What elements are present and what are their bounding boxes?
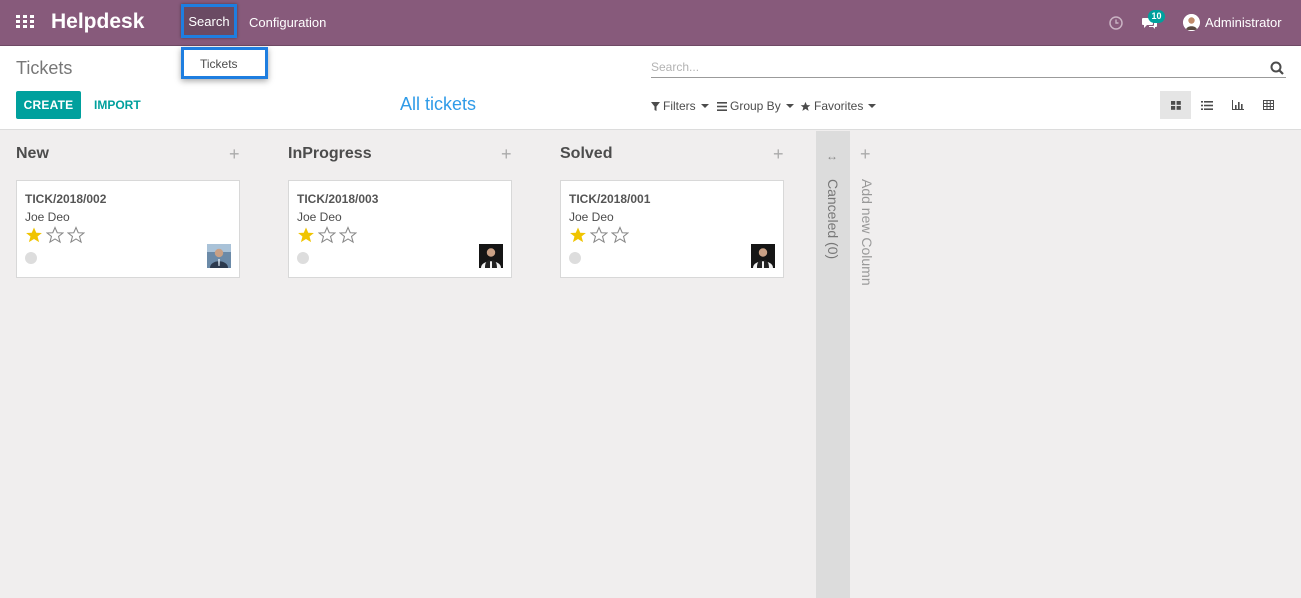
chevron-down-icon bbox=[700, 104, 709, 108]
top-navbar: Helpdesk Search Configuration 10 Adminis… bbox=[0, 0, 1301, 46]
add-column-label[interactable]: Add new Column bbox=[859, 179, 875, 286]
star-empty-icon[interactable] bbox=[590, 226, 608, 244]
star-empty-icon[interactable] bbox=[46, 226, 64, 244]
folded-column-label: Canceled (0) bbox=[825, 179, 841, 260]
groupby-button[interactable]: Group By bbox=[717, 99, 794, 113]
dropdown-item-tickets[interactable]: Tickets bbox=[200, 57, 238, 71]
ticket-reference: TICK/2018/001 bbox=[569, 192, 651, 206]
search-bar bbox=[651, 58, 1286, 78]
filters-label: Filters bbox=[663, 99, 696, 113]
star-empty-icon[interactable] bbox=[611, 226, 629, 244]
clock-icon[interactable] bbox=[1109, 16, 1123, 30]
view-title: All tickets bbox=[400, 94, 477, 114]
list-view-button[interactable] bbox=[1191, 91, 1222, 119]
column-title: InProgress bbox=[288, 145, 372, 162]
assignee-avatar bbox=[751, 244, 775, 268]
menu-configuration[interactable]: Configuration bbox=[249, 15, 326, 30]
breadcrumb: Tickets bbox=[16, 58, 73, 78]
filter-icon bbox=[651, 101, 660, 111]
groupby-label: Group By bbox=[730, 99, 781, 113]
search-menu-dropdown: Tickets bbox=[181, 47, 268, 79]
quick-create-plus-icon[interactable]: + bbox=[501, 145, 512, 163]
unfold-arrows-icon[interactable]: ↔ bbox=[826, 149, 838, 163]
menu-search[interactable]: Search bbox=[181, 4, 237, 38]
ticket-card[interactable]: TICK/2018/002 Joe Deo bbox=[16, 180, 240, 278]
ticket-reference: TICK/2018/002 bbox=[25, 192, 107, 206]
filters-button[interactable]: Filters bbox=[651, 99, 709, 113]
kanban-board: New + TICK/2018/002 Joe Deo InProgress +… bbox=[0, 131, 1301, 598]
ticket-customer: Joe Deo bbox=[297, 210, 342, 224]
kanban-column-inprogress: InProgress + TICK/2018/003 Joe Deo bbox=[272, 131, 512, 598]
kanban-column-solved: Solved + TICK/2018/001 Joe Deo bbox=[544, 131, 784, 598]
star-filled-icon[interactable] bbox=[25, 226, 43, 244]
pivot-view-button[interactable] bbox=[1253, 91, 1284, 119]
apps-grid-icon[interactable] bbox=[16, 15, 34, 30]
ticket-customer: Joe Deo bbox=[569, 210, 614, 224]
priority-stars bbox=[297, 226, 357, 244]
star-empty-icon[interactable] bbox=[318, 226, 336, 244]
table-grid-icon bbox=[1263, 100, 1274, 110]
quick-create-plus-icon[interactable]: + bbox=[229, 145, 240, 163]
star-icon bbox=[800, 101, 811, 111]
chevron-down-icon bbox=[785, 104, 794, 108]
create-button[interactable]: CREATE bbox=[16, 91, 81, 119]
messages-count-badge: 10 bbox=[1148, 10, 1165, 23]
graph-view-button[interactable] bbox=[1222, 91, 1253, 119]
add-column[interactable]: + Add new Column bbox=[850, 131, 890, 598]
column-title: New bbox=[16, 145, 49, 162]
favorites-button[interactable]: Favorites bbox=[800, 99, 877, 113]
add-column-plus-icon[interactable]: + bbox=[860, 145, 871, 163]
favorites-label: Favorites bbox=[814, 99, 864, 113]
ticket-reference: TICK/2018/003 bbox=[297, 192, 379, 206]
star-empty-icon[interactable] bbox=[67, 226, 85, 244]
user-name[interactable]: Administrator bbox=[1205, 15, 1282, 30]
assignee-avatar bbox=[207, 244, 231, 268]
priority-stars bbox=[25, 226, 85, 244]
status-dot[interactable] bbox=[25, 252, 37, 264]
star-filled-icon[interactable] bbox=[297, 226, 315, 244]
assignee-avatar bbox=[479, 244, 503, 268]
list-lines-icon bbox=[717, 101, 727, 111]
list-view-icon bbox=[1200, 100, 1213, 110]
kanban-column-canceled-folded[interactable]: ↔ Canceled (0) bbox=[816, 131, 850, 598]
star-filled-icon[interactable] bbox=[569, 226, 587, 244]
app-brand[interactable]: Helpdesk bbox=[51, 10, 144, 34]
status-dot[interactable] bbox=[297, 252, 309, 264]
status-dot[interactable] bbox=[569, 252, 581, 264]
chevron-down-icon bbox=[868, 104, 877, 108]
user-avatar[interactable] bbox=[1183, 14, 1200, 31]
kanban-view-button[interactable] bbox=[1160, 91, 1191, 119]
star-empty-icon[interactable] bbox=[339, 226, 357, 244]
import-button[interactable]: IMPORT bbox=[94, 98, 141, 112]
search-input[interactable] bbox=[651, 58, 1251, 76]
priority-stars bbox=[569, 226, 629, 244]
ticket-card[interactable]: TICK/2018/003 Joe Deo bbox=[288, 180, 512, 278]
ticket-customer: Joe Deo bbox=[25, 210, 70, 224]
ticket-card[interactable]: TICK/2018/001 Joe Deo bbox=[560, 180, 784, 278]
bar-chart-icon bbox=[1231, 100, 1244, 110]
column-title: Solved bbox=[560, 145, 613, 162]
kanban-view-icon bbox=[1170, 100, 1181, 110]
quick-create-plus-icon[interactable]: + bbox=[773, 145, 784, 163]
kanban-column-new: New + TICK/2018/002 Joe Deo bbox=[0, 131, 240, 598]
search-icon[interactable] bbox=[1270, 61, 1284, 75]
